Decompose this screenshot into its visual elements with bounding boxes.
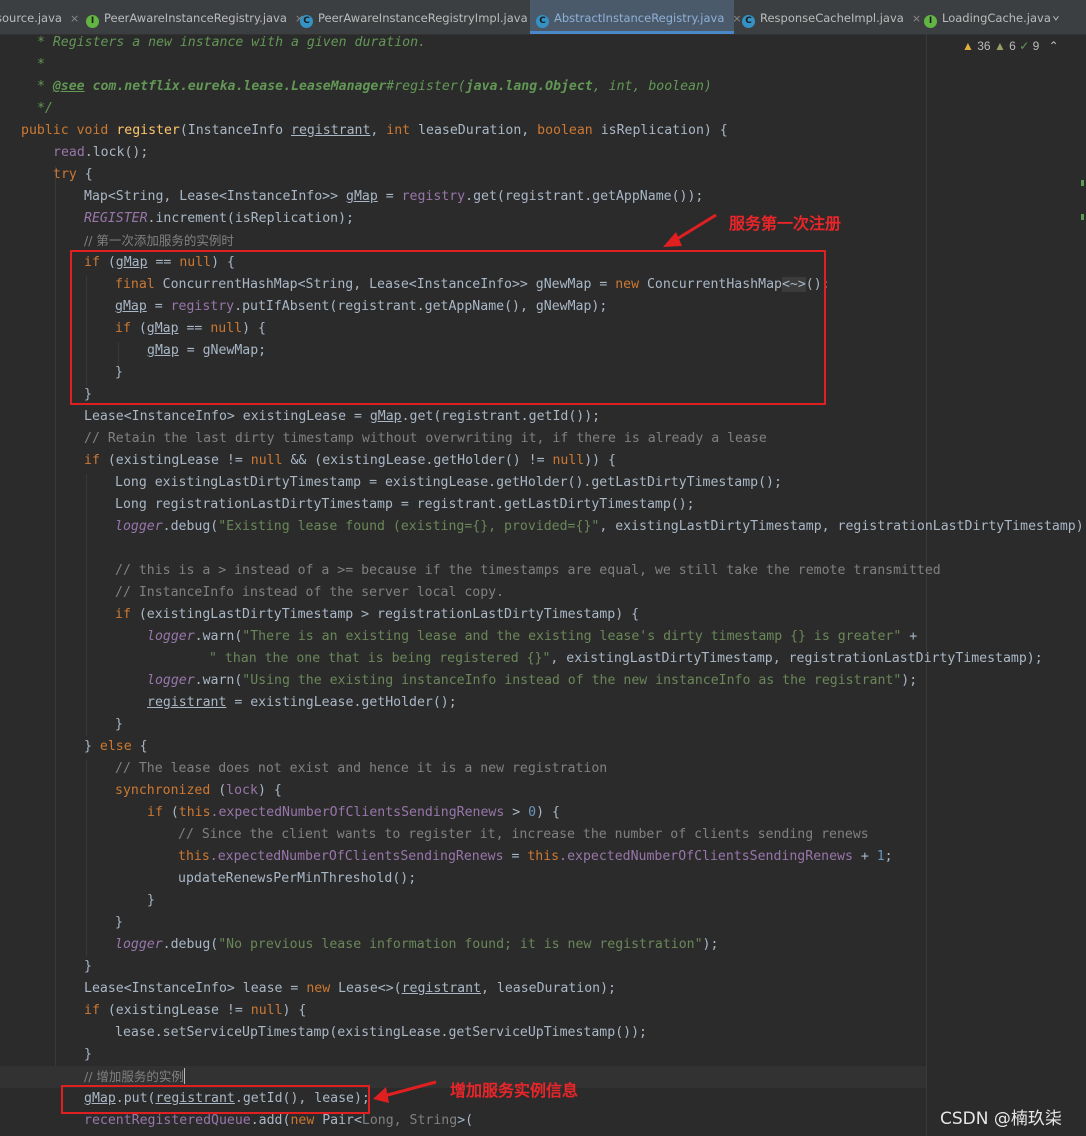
annotation-first-register: 服务第一次注册	[729, 214, 842, 233]
code-line: * @see com.netflix.eureka.lease.LeaseMan…	[29, 79, 712, 94]
code-line: try {	[53, 167, 93, 182]
tab-label: AbstractInstanceRegistry.java	[554, 11, 725, 25]
code-line: if (existingLastDirtyTimestamp > registr…	[115, 607, 640, 622]
class-icon: C	[300, 15, 313, 28]
code-line: REGISTER.increment(isReplication);	[84, 211, 354, 226]
code-line: lease.setServiceUpTimestamp(existingLeas…	[115, 1025, 647, 1040]
code-line: logger.warn("There is an existing lease …	[147, 629, 918, 644]
code-line: * Registers a new instance with a given …	[29, 35, 426, 50]
code-line: */	[29, 101, 53, 116]
tab-peer-aware-instance-registry-impl[interactable]: CPeerAwareInstanceRegistryImpl.java×	[300, 0, 545, 34]
code-line: Long registrationLastDirtyTimestamp = re…	[115, 497, 695, 512]
tab-label: LoadingCache.java	[942, 11, 1051, 25]
class-icon: C	[742, 15, 755, 28]
code-line: *	[29, 57, 45, 72]
code-line: }	[147, 893, 155, 908]
code-line: }	[115, 915, 123, 930]
code-line: // Retain the last dirty timestamp witho…	[84, 431, 767, 446]
close-icon[interactable]: ×	[912, 12, 921, 25]
class-icon: C	[536, 15, 549, 28]
code-line: }	[84, 1047, 92, 1062]
code-line: updateRenewsPerMinThreshold();	[178, 871, 417, 886]
code-line: logger.debug("No previous lease informat…	[115, 937, 719, 952]
chevron-down-icon[interactable]: ⌄	[1052, 8, 1060, 23]
code-line: Long existingLastDirtyTimestamp = existi…	[115, 475, 782, 490]
code-line: }	[115, 717, 123, 732]
tab-source[interactable]: source.java ×	[0, 0, 79, 34]
code-line: this.expectedNumberOfClientsSendingRenew…	[178, 849, 893, 864]
code-line: } else {	[84, 739, 148, 754]
watermark: CSDN @楠玖柒	[940, 1109, 1062, 1129]
code-line: logger.debug("Existing lease found (exis…	[115, 519, 1086, 534]
code-line: if (existingLease != null) {	[84, 1003, 307, 1018]
code-line: if (existingLease != null && (existingLe…	[84, 453, 616, 468]
close-icon[interactable]: ×	[70, 12, 79, 25]
code-line: " than the one that is being registered …	[209, 651, 1043, 666]
tab-label: PeerAwareInstanceRegistry.java	[104, 11, 287, 25]
tab-label: ResponseCacheImpl.java	[760, 11, 904, 25]
tab-label: source.java	[0, 11, 62, 25]
tab-loading-cache[interactable]: I LoadingCache.java	[924, 0, 1051, 34]
tab-response-cache-impl[interactable]: C ResponseCacheImpl.java ×	[742, 0, 921, 34]
tab-label: PeerAwareInstanceRegistryImpl.java	[318, 11, 528, 25]
code-line: synchronized (lock) {	[115, 783, 282, 798]
code-line: read.lock();	[53, 145, 149, 160]
code-line: }	[84, 959, 92, 974]
editor-tab-bar: source.java × I PeerAwareInstanceRegistry.…	[0, 0, 1086, 35]
annotation-add-instance-info: 增加服务实例信息	[450, 1081, 579, 1100]
interface-icon: I	[924, 15, 937, 28]
text-cursor	[183, 1068, 185, 1084]
code-line: Lease<InstanceInfo> lease = new Lease<>(…	[84, 981, 616, 996]
code-line: // this is a > instead of a >= because i…	[115, 563, 941, 578]
code-line: if (this.expectedNumberOfClientsSendingR…	[147, 805, 560, 820]
close-icon[interactable]: ×	[732, 12, 741, 25]
code-line: // Since the client wants to register it…	[178, 827, 869, 842]
code-line: Map<String, Lease<InstanceInfo>> gMap = …	[84, 189, 704, 204]
code-line: // 第一次添加服务的实例时	[84, 233, 234, 248]
tab-abstract-instance-registry[interactable]: C AbstractInstanceRegistry.java ×	[530, 0, 742, 34]
highlight-box-first-register	[70, 250, 826, 405]
code-line: // InstanceInfo instead of the server lo…	[115, 585, 505, 600]
code-line: Lease<InstanceInfo> existingLease = gMap…	[84, 409, 601, 424]
code-line: // The lease does not exist and hence it…	[115, 761, 608, 776]
code-line: logger.warn("Using the existing instance…	[147, 673, 918, 688]
code-line: registrant = existingLease.getHolder();	[147, 695, 457, 710]
highlight-box-add-instance	[61, 1085, 370, 1114]
code-editor[interactable]: * Registers a new instance with a given …	[0, 34, 1086, 1136]
tab-peer-aware-instance-registry[interactable]: IPeerAwareInstanceRegistry.java×	[86, 0, 304, 34]
interface-icon: I	[86, 15, 99, 28]
code-line: public void register(InstanceInfo regist…	[21, 123, 728, 138]
